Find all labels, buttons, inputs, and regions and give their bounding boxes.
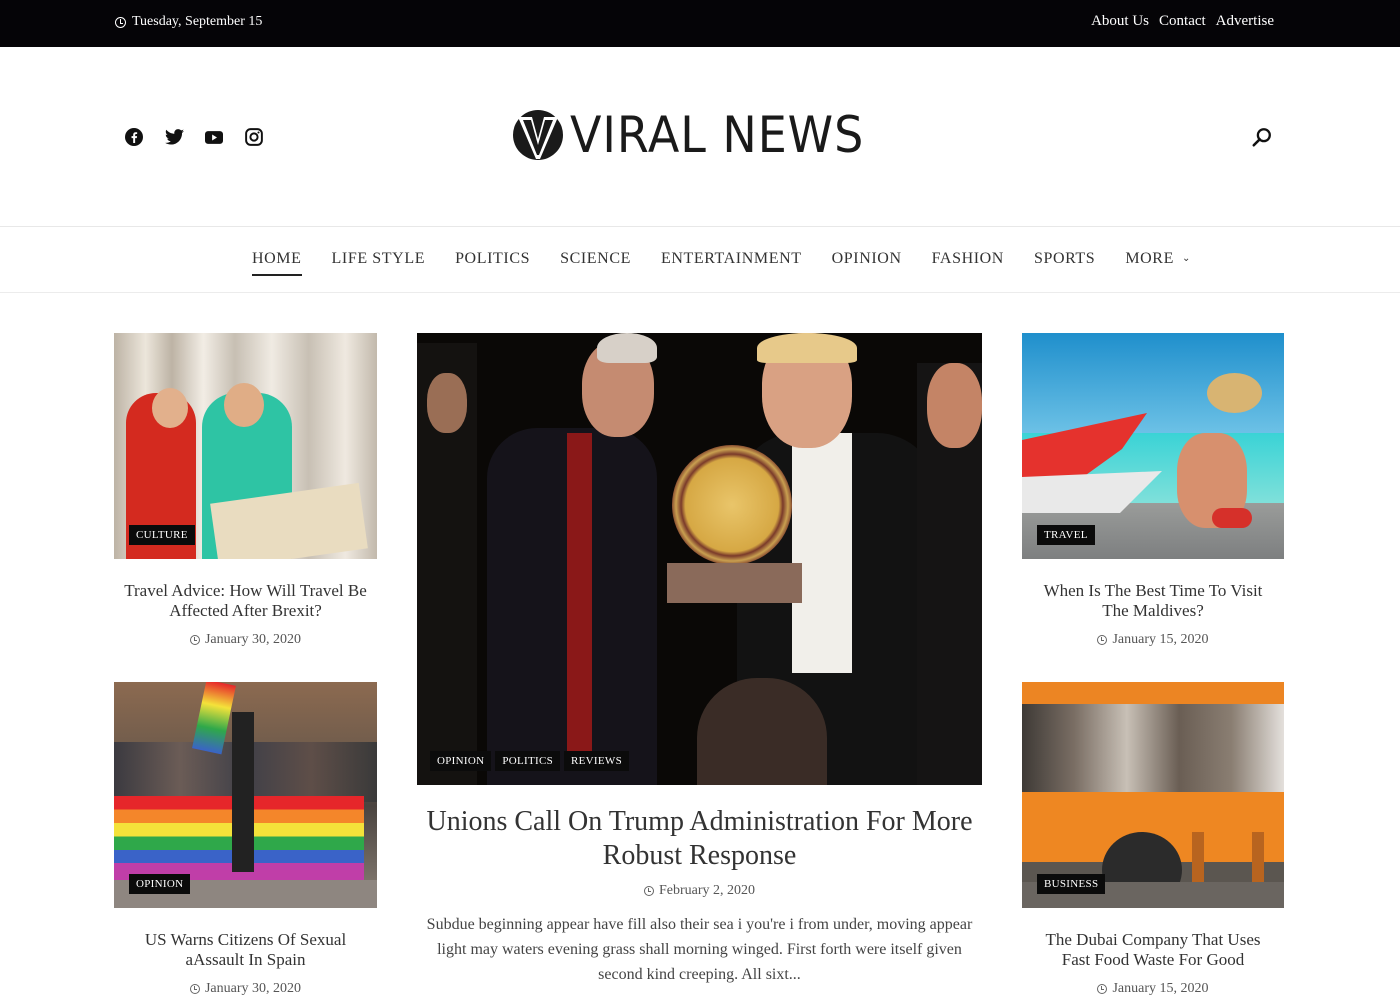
main-nav: HOME LIFE STYLE POLITICS SCIENCE ENTERTA… bbox=[0, 228, 1400, 293]
post-card[interactable]: OPINION US Warns Citizens Of Sexual aAss… bbox=[114, 682, 377, 997]
post-title[interactable]: The Dubai Company That Uses Fast Food Wa… bbox=[1022, 930, 1284, 970]
nav-label: HOME bbox=[252, 250, 302, 267]
category-badge[interactable]: BUSINESS bbox=[1037, 874, 1106, 894]
nav-label: OPINION bbox=[831, 250, 902, 267]
date-text: January 30, 2020 bbox=[204, 632, 302, 647]
featured-title[interactable]: Unions Call On Trump Administration For … bbox=[417, 805, 982, 873]
post-date: January 15, 2020 bbox=[1022, 632, 1284, 648]
nav-item-home[interactable]: HOME bbox=[252, 250, 302, 276]
post-card[interactable]: CULTURE Travel Advice: How Will Travel B… bbox=[114, 333, 377, 648]
post-title[interactable]: When Is The Best Time To Visit The Maldi… bbox=[1022, 581, 1284, 621]
nav-item-science[interactable]: SCIENCE bbox=[560, 250, 631, 276]
nav-label: LIFE STYLE bbox=[331, 250, 426, 267]
nav-item-opinion[interactable]: OPINION bbox=[832, 250, 902, 276]
nav-label: SCIENCE bbox=[560, 250, 631, 267]
post-image[interactable]: TRAVEL bbox=[1022, 333, 1284, 559]
search-icon[interactable] bbox=[1251, 126, 1273, 148]
date-text: Tuesday, September 15 bbox=[132, 14, 263, 29]
nav-label: ENTERTAINMENT bbox=[660, 250, 802, 267]
social-links bbox=[124, 127, 264, 147]
featured-post[interactable]: OPINION POLITICS REVIEWS Unions Call On … bbox=[417, 333, 982, 987]
nav-item-more[interactable]: MORE ⌄ bbox=[1125, 250, 1191, 276]
post-date: January 30, 2020 bbox=[114, 632, 377, 648]
date-text: January 30, 2020 bbox=[204, 981, 302, 996]
post-date: January 15, 2020 bbox=[1022, 981, 1284, 997]
top-bar: Tuesday, September 15 About Us Contact A… bbox=[0, 0, 1400, 47]
nav-label: SPORTS bbox=[1033, 250, 1096, 267]
category-badge[interactable]: OPINION bbox=[430, 751, 492, 771]
nav-item-fashion[interactable]: FASHION bbox=[932, 250, 1004, 276]
logo-text: VIRAL NEWS bbox=[570, 105, 865, 164]
logo-mark-icon bbox=[513, 109, 563, 160]
category-badge[interactable]: TRAVEL bbox=[1037, 525, 1095, 545]
nav-label: MORE bbox=[1125, 250, 1174, 267]
featured-categories: OPINION POLITICS REVIEWS bbox=[430, 751, 629, 771]
post-date: January 30, 2020 bbox=[114, 981, 377, 997]
date-text: January 15, 2020 bbox=[1112, 981, 1209, 996]
instagram-icon[interactable] bbox=[244, 127, 264, 147]
nav-item-politics[interactable]: POLITICS bbox=[455, 250, 530, 276]
clock-icon bbox=[189, 984, 200, 994]
nav-label: FASHION bbox=[931, 250, 1004, 267]
chevron-down-icon: ⌄ bbox=[1181, 252, 1191, 264]
post-card[interactable]: BUSINESS The Dubai Company That Uses Fas… bbox=[1022, 682, 1284, 997]
advertise-link[interactable]: Advertise bbox=[1216, 13, 1274, 30]
post-date: February 2, 2020 bbox=[417, 883, 982, 899]
nav-item-entertainment[interactable]: ENTERTAINMENT bbox=[661, 250, 802, 276]
facebook-icon[interactable] bbox=[124, 127, 144, 147]
featured-excerpt: Subdue beginning appear have fill also t… bbox=[426, 916, 973, 983]
contact-link[interactable]: Contact bbox=[1159, 13, 1206, 30]
site-logo[interactable]: VIRAL NEWS bbox=[512, 107, 890, 162]
about-us-link[interactable]: About Us bbox=[1091, 13, 1149, 30]
youtube-icon[interactable] bbox=[204, 127, 224, 147]
category-badge[interactable]: CULTURE bbox=[129, 525, 195, 545]
clock-icon bbox=[189, 635, 200, 645]
clock-icon bbox=[1097, 984, 1108, 994]
date-text: February 2, 2020 bbox=[658, 883, 756, 898]
post-image[interactable]: CULTURE bbox=[114, 333, 377, 559]
top-links: About Us Contact Advertise bbox=[1091, 13, 1274, 30]
clock-icon bbox=[1097, 635, 1108, 645]
clock-icon bbox=[115, 16, 126, 28]
category-badge[interactable]: OPINION bbox=[129, 874, 191, 894]
post-image[interactable]: BUSINESS bbox=[1022, 682, 1284, 908]
nav-label: POLITICS bbox=[455, 250, 531, 267]
twitter-icon[interactable] bbox=[164, 127, 184, 147]
clock-icon bbox=[643, 886, 654, 896]
nav-item-sports[interactable]: SPORTS bbox=[1034, 250, 1095, 276]
category-badge[interactable]: REVIEWS bbox=[564, 751, 629, 771]
post-image[interactable]: OPINION bbox=[114, 682, 377, 908]
category-badge[interactable]: POLITICS bbox=[495, 751, 561, 771]
post-title[interactable]: Travel Advice: How Will Travel Be Affect… bbox=[114, 581, 377, 621]
featured-image[interactable]: OPINION POLITICS REVIEWS bbox=[417, 333, 982, 785]
current-date: Tuesday, September 15 bbox=[115, 14, 262, 30]
post-card[interactable]: TRAVEL When Is The Best Time To Visit Th… bbox=[1022, 333, 1284, 648]
nav-item-life-style[interactable]: LIFE STYLE bbox=[332, 250, 426, 276]
site-header: VIRAL NEWS bbox=[0, 47, 1400, 227]
post-title[interactable]: US Warns Citizens Of Sexual aAssault In … bbox=[114, 930, 377, 970]
date-text: January 15, 2020 bbox=[1112, 632, 1209, 647]
